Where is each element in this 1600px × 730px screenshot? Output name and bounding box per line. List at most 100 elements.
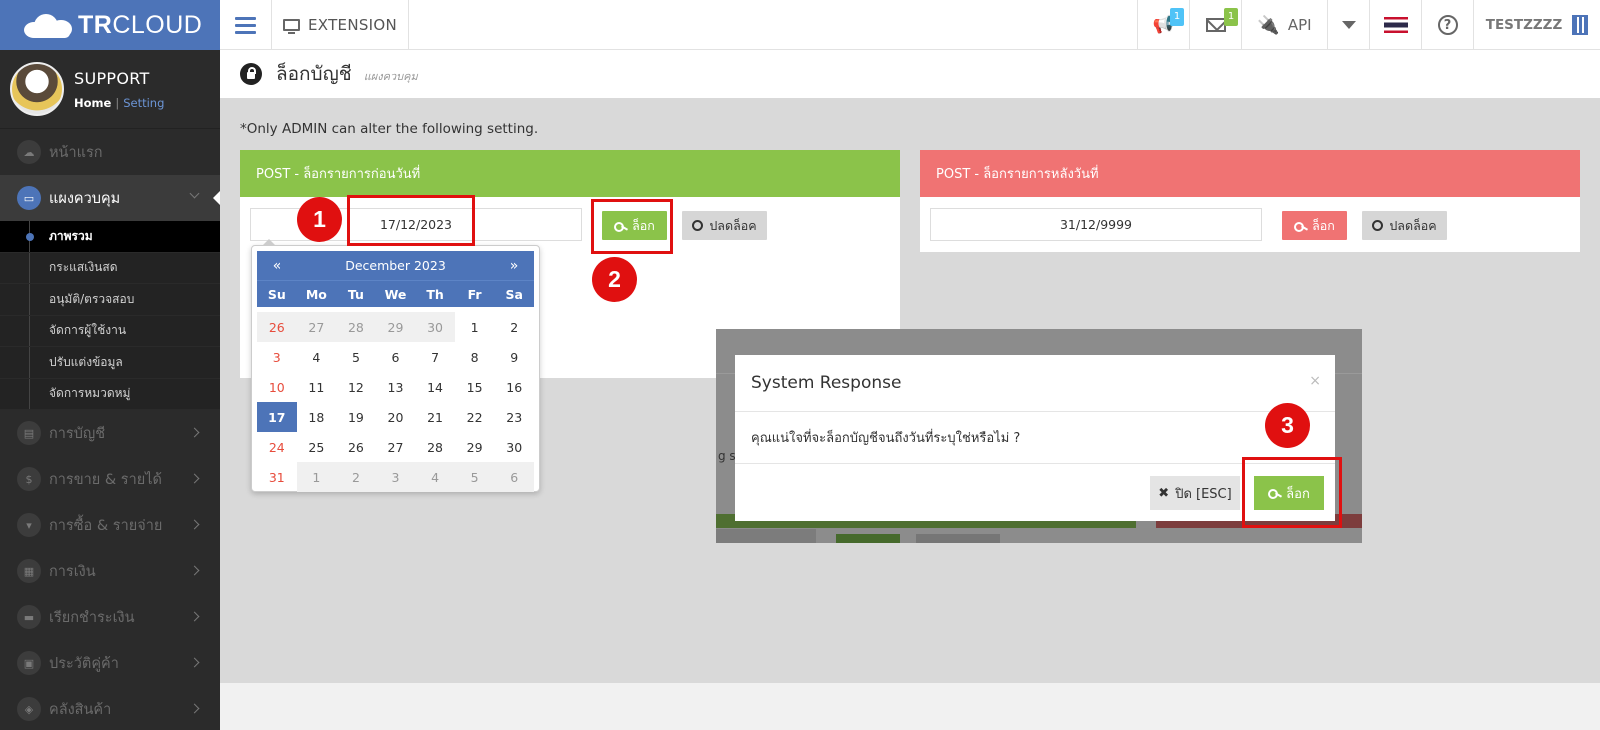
footer (220, 683, 1600, 730)
day-cell[interactable]: 2 (494, 312, 534, 342)
day-cell[interactable]: 30 (494, 432, 534, 462)
day-cell[interactable]: 10 (257, 372, 297, 402)
day-cell[interactable]: 22 (455, 402, 495, 432)
chevron-right-icon (189, 427, 200, 438)
selected-day-cell[interactable]: 17 (257, 402, 297, 432)
day-cell[interactable]: 6 (494, 462, 534, 492)
day-cell[interactable]: 14 (415, 372, 455, 402)
weekday-header: Fr (467, 286, 482, 302)
dropdown-button[interactable] (1327, 0, 1369, 50)
sidebar-subitem-customize[interactable]: ปรับแต่งข้อมูล (0, 347, 220, 379)
weekday-row: Su Mo Tu We Th Fr Sa (257, 280, 534, 307)
day-cell[interactable]: 7 (415, 342, 455, 372)
thai-flag-icon (1383, 17, 1408, 33)
sidebar: SUPPORT Home | Setting ☁ หน้าแรก ▭ แผงควบค… (0, 50, 220, 730)
sidebar-subitem-cashflow[interactable]: กระแสเงินสด (0, 252, 220, 284)
post-after-date-input[interactable]: 31/12/9999 (930, 208, 1262, 241)
post-after-unlock-button[interactable]: ปลดล็อค (1362, 211, 1447, 240)
step3-marker: 3 (1265, 403, 1310, 448)
setting-link[interactable]: Setting (123, 96, 164, 110)
day-cell[interactable]: 15 (455, 372, 495, 402)
hamburger-menu-button[interactable] (220, 0, 272, 50)
day-cell[interactable]: 8 (455, 342, 495, 372)
announcement-button[interactable]: 📢 1 (1137, 0, 1189, 50)
extension-button[interactable]: EXTENSION (272, 0, 409, 50)
user-menu-button[interactable]: TESTZZZZ (1473, 0, 1600, 50)
user-name: TESTZZZZ (1485, 17, 1563, 33)
day-cell[interactable]: 30 (415, 312, 455, 342)
sidebar-item-accounting[interactable]: ▤ การบัญชี (0, 410, 220, 456)
help-icon: ? (1437, 15, 1458, 35)
day-cell[interactable]: 27 (296, 312, 337, 342)
plug-icon: 🔌 (1257, 14, 1280, 36)
day-cell[interactable]: 16 (494, 372, 534, 402)
day-cell[interactable]: 24 (257, 432, 297, 462)
sidebar-item-sales[interactable]: $ การขาย & รายได้ (0, 456, 220, 502)
day-cell[interactable]: 2 (336, 462, 376, 492)
weekday-header: Tu (347, 286, 364, 302)
mail-button[interactable]: 1 (1189, 0, 1241, 50)
sidebar-subitem-approval[interactable]: อนุมัติ/ตรวจสอบ (0, 284, 220, 316)
sidebar-item-billing[interactable]: ▬ เรียกชำระเงิน (0, 594, 220, 640)
day-cell[interactable]: 18 (297, 402, 337, 432)
datepicker: « December 2023 » Su Mo Tu We Th Fr Sa 26 27 28 2… (251, 239, 540, 492)
chevron-right-icon (189, 703, 200, 714)
modal-close-x-button[interactable]: × (1309, 373, 1321, 389)
day-cell[interactable]: 4 (297, 342, 337, 372)
day-cell[interactable]: 26 (257, 312, 297, 342)
day-cell[interactable]: 31 (257, 462, 297, 492)
day-cell[interactable]: 3 (257, 342, 297, 372)
avatar[interactable] (10, 62, 64, 116)
day-cell[interactable]: 12 (336, 372, 376, 402)
post-before-unlock-button[interactable]: ปลดล็อค (682, 211, 767, 240)
day-cell[interactable]: 19 (336, 402, 376, 432)
chevron-down-icon (189, 188, 200, 199)
brand-logo[interactable]: TRCLOUD (0, 0, 220, 50)
step2-highlight (591, 199, 673, 254)
day-cell[interactable]: 13 (376, 372, 416, 402)
day-cell[interactable]: 3 (375, 462, 416, 492)
day-cell[interactable]: 23 (494, 402, 534, 432)
day-cell[interactable]: 1 (455, 312, 495, 342)
sidebar-subitem-overview[interactable]: ภาพรวม (0, 221, 220, 253)
modal-title: System Response (751, 373, 902, 393)
sidebar-item-partners[interactable]: ▣ ประวัติคู่ค้า (0, 640, 220, 686)
prev-month-button[interactable]: « (257, 258, 297, 274)
day-cell[interactable]: 4 (415, 462, 455, 492)
next-month-button[interactable]: » (494, 258, 534, 274)
language-button[interactable] (1369, 0, 1421, 50)
post-after-lock-button[interactable]: ล็อก (1282, 211, 1347, 240)
day-cell[interactable]: 25 (297, 432, 337, 462)
circle-icon (692, 220, 704, 231)
sidebar-item-finance[interactable]: ▦ การเงิน (0, 548, 220, 594)
day-cell[interactable]: 29 (455, 432, 495, 462)
home-link[interactable]: Home (74, 96, 111, 110)
day-cell[interactable]: 27 (376, 432, 416, 462)
day-cell[interactable]: 28 (415, 432, 455, 462)
sidebar-item-purchases[interactable]: ▾ การซื้อ & รายจ่าย (0, 502, 220, 548)
day-cell[interactable]: 1 (296, 462, 337, 492)
day-cell[interactable]: 5 (336, 342, 376, 372)
sidebar-subitem-users[interactable]: จัดการผู้ใช้งาน (0, 315, 220, 347)
brand-name: TRCLOUD (78, 10, 203, 39)
sidebar-item-home[interactable]: ☁ หน้าแรก (0, 129, 220, 175)
day-cell[interactable]: 11 (297, 372, 337, 402)
day-cell[interactable]: 29 (375, 312, 416, 342)
modal-close-button[interactable]: ✖ ปิด [ESC] (1150, 476, 1240, 510)
day-cell[interactable]: 9 (494, 342, 534, 372)
day-cell[interactable]: 6 (376, 342, 416, 372)
day-cell[interactable]: 5 (454, 462, 495, 492)
sidebar-subitem-categories[interactable]: จัดการหมวดหมู่ (0, 378, 220, 410)
api-button[interactable]: 🔌 API (1241, 0, 1327, 50)
post-before-header: POST - ล็อกรายการก่อนวันที่ (240, 150, 900, 197)
day-cell[interactable]: 21 (415, 402, 455, 432)
monitor-icon (282, 19, 300, 34)
chevron-right-icon (189, 657, 200, 668)
month-label[interactable]: December 2023 (297, 258, 494, 273)
sidebar-item-inventory[interactable]: ◈ คลังสินค้า (0, 686, 220, 730)
sidebar-item-control-panel[interactable]: ▭ แผงควบคุม (0, 175, 220, 221)
day-cell[interactable]: 20 (376, 402, 416, 432)
help-button[interactable]: ? (1421, 0, 1473, 50)
day-cell[interactable]: 28 (336, 312, 376, 342)
day-cell[interactable]: 26 (336, 432, 376, 462)
